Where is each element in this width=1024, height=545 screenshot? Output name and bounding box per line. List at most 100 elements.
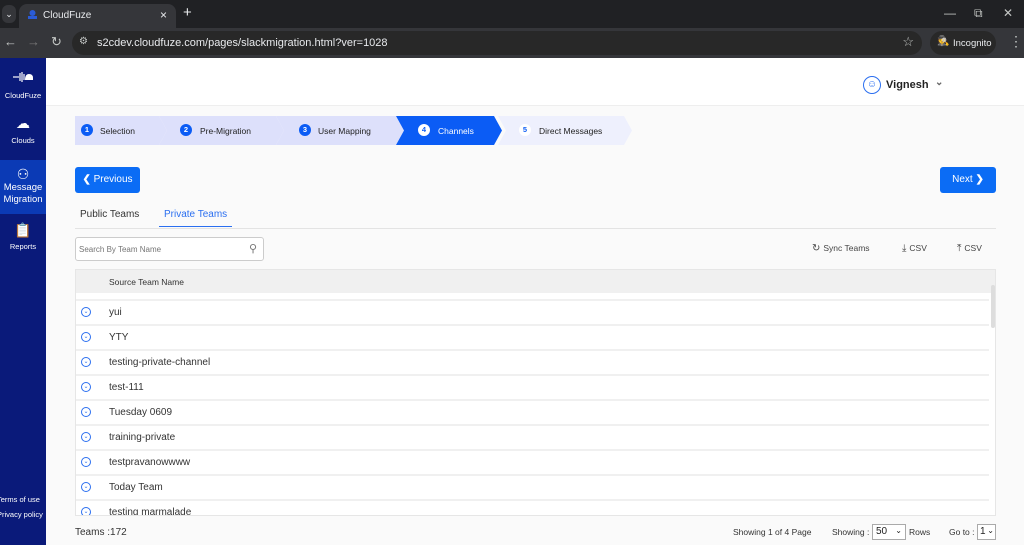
- upload-csv-button[interactable]: ⤒ CSV: [957, 243, 982, 254]
- previous-button[interactable]: ❮ Previous: [75, 167, 140, 193]
- terms-of-use-link[interactable]: Terms of use: [0, 492, 43, 507]
- teams-table: Source Team Name ⌄ yui ⌄ YTY ⌄ testing-privat…: [75, 269, 996, 516]
- bookmark-star-icon[interactable]: ☆: [902, 34, 914, 50]
- expand-chevron-icon[interactable]: ⌄: [81, 482, 91, 492]
- table-row[interactable]: ⌄ training-private: [76, 424, 989, 449]
- step-label: Channels: [438, 126, 474, 136]
- incognito-badge[interactable]: 🕵 Incognito: [930, 31, 996, 55]
- site-info-icon[interactable]: ⚙: [79, 36, 88, 47]
- forward-icon[interactable]: →: [27, 34, 40, 49]
- team-name: yui: [109, 307, 122, 318]
- download-icon: ⤓: [902, 243, 907, 254]
- minimize-icon[interactable]: —: [944, 6, 956, 20]
- upload-csv-label: CSV: [964, 243, 982, 253]
- expand-chevron-icon[interactable]: ⌄: [81, 432, 91, 442]
- expand-chevron-icon[interactable]: ⌄: [81, 307, 91, 317]
- download-csv-label: CSV: [909, 243, 927, 253]
- download-csv-button[interactable]: ⤓ CSV: [902, 243, 927, 254]
- team-name: testpravanowwww: [109, 457, 191, 468]
- step-label: Selection: [100, 126, 135, 136]
- expand-chevron-icon[interactable]: ⌄: [81, 457, 91, 467]
- page-info: Showing 1 of 4 Page: [733, 527, 812, 537]
- table-row[interactable]: ⌄ Tuesday 0609: [76, 399, 989, 424]
- sidebar-item-clouds[interactable]: ☁ Clouds: [0, 115, 46, 155]
- privacy-policy-link[interactable]: Privacy policy: [0, 507, 43, 522]
- chevron-left-icon: ❮: [82, 174, 91, 185]
- chevron-down-icon: ⌄: [895, 526, 902, 535]
- rows-value: 50: [876, 526, 888, 537]
- next-label: Next: [952, 174, 973, 185]
- expand-chevron-icon[interactable]: ⌄: [81, 407, 91, 417]
- step-direct-messages[interactable]: 5 Direct Messages: [498, 116, 632, 145]
- previous-label: Previous: [93, 174, 133, 185]
- app-sidebar: CloudFuze ☁ Clouds ⚇ Message Migration 📋…: [0, 58, 46, 545]
- main-content: 1 Selection 2 Pre-Migration 3 User Mappi…: [46, 106, 1024, 545]
- close-tab-icon[interactable]: ×: [160, 8, 167, 22]
- chevron-down-icon: ⌄: [935, 77, 944, 88]
- team-name: testing-private-channel: [109, 357, 211, 368]
- user-avatar-icon: ☺: [863, 76, 881, 94]
- table-row[interactable]: ⌄ testing marmalade: [76, 499, 989, 516]
- cloudfuze-logo-icon: [13, 72, 33, 82]
- browser-tab-bar: ⌄ CloudFuze × + — ⧉ ✕: [0, 0, 1024, 28]
- step-channels[interactable]: 4 Channels: [396, 116, 502, 145]
- sync-label: Sync Teams: [823, 243, 870, 253]
- app-header: ☺ Vignesh ⌄: [46, 58, 1024, 106]
- step-pre-migration[interactable]: 2 Pre-Migration: [159, 116, 284, 145]
- clipboard-icon: 📋: [14, 222, 32, 238]
- sidebar-item-reports[interactable]: 📋 Reports: [0, 222, 46, 256]
- url-field[interactable]: ⚙ s2cdev.cloudfuze.com/pages/slackmigrat…: [72, 31, 922, 55]
- sync-icon: ↻: [812, 243, 821, 254]
- table-row[interactable]: ⌄ YTY: [76, 324, 989, 349]
- step-user-mapping[interactable]: 3 User Mapping: [276, 116, 404, 145]
- step-label: User Mapping: [318, 126, 371, 136]
- team-name: testing marmalade: [109, 507, 192, 516]
- search-input[interactable]: [79, 242, 239, 256]
- table-row[interactable]: ⌄ testing-private-channel: [76, 349, 989, 374]
- tab-public-teams[interactable]: Public Teams: [80, 209, 139, 226]
- restore-icon[interactable]: ⧉: [974, 6, 983, 21]
- vertical-scrollbar[interactable]: [991, 285, 995, 328]
- table-row[interactable]: ⌄ yui: [76, 299, 989, 324]
- team-search[interactable]: ⚲: [75, 237, 264, 261]
- tab-title: CloudFuze: [43, 10, 92, 21]
- table-header: Source Team Name: [76, 270, 995, 293]
- expand-chevron-icon[interactable]: ⌄: [81, 332, 91, 342]
- table-row[interactable]: ⌄ Today Team: [76, 474, 989, 499]
- tab-search-button[interactable]: ⌄: [2, 5, 16, 23]
- next-button[interactable]: Next ❯: [940, 167, 996, 193]
- sidebar-item-label: Message Migration: [3, 182, 43, 205]
- step-number: 3: [299, 124, 311, 136]
- step-label: Pre-Migration: [200, 126, 252, 136]
- goto-page-select[interactable]: 1 ⌄: [977, 524, 996, 540]
- rows-per-page-select[interactable]: 50 ⌄: [872, 524, 906, 540]
- step-selection[interactable]: 1 Selection: [75, 116, 167, 145]
- sync-teams-button[interactable]: ↻ Sync Teams: [812, 243, 870, 254]
- browser-tab[interactable]: CloudFuze ×: [19, 4, 176, 28]
- url-text[interactable]: s2cdev.cloudfuze.com/pages/slackmigratio…: [97, 37, 388, 49]
- expand-chevron-icon[interactable]: ⌄: [81, 357, 91, 367]
- browser-menu-icon[interactable]: ⋮: [1009, 33, 1023, 50]
- team-name: YTY: [109, 332, 129, 343]
- upload-icon: ⤒: [957, 243, 962, 254]
- reload-icon[interactable]: ↻: [51, 34, 62, 50]
- tab-private-teams[interactable]: Private Teams: [159, 209, 233, 227]
- expand-chevron-icon[interactable]: ⌄: [81, 382, 91, 392]
- expand-chevron-icon[interactable]: ⌄: [81, 507, 91, 515]
- sidebar-item-message-migration[interactable]: ⚇ Message Migration: [0, 160, 46, 214]
- step-number: 5: [519, 124, 531, 136]
- table-row[interactable]: ⌄ testpravanowwww: [76, 449, 989, 474]
- brand-name: CloudFuze: [4, 91, 42, 100]
- column-source-team-name[interactable]: Source Team Name: [109, 277, 184, 287]
- step-number: 2: [180, 124, 192, 136]
- team-name: training-private: [109, 432, 176, 443]
- new-tab-icon[interactable]: +: [183, 4, 192, 21]
- step-label: Direct Messages: [539, 126, 603, 136]
- back-icon[interactable]: ←: [4, 34, 17, 49]
- brand-logo[interactable]: CloudFuze: [0, 70, 46, 100]
- search-icon[interactable]: ⚲: [249, 242, 257, 255]
- incognito-icon: 🕵: [937, 36, 950, 47]
- close-window-icon[interactable]: ✕: [1003, 6, 1013, 20]
- table-row[interactable]: ⌄ test-111: [76, 374, 989, 399]
- user-name: Vignesh: [886, 79, 929, 91]
